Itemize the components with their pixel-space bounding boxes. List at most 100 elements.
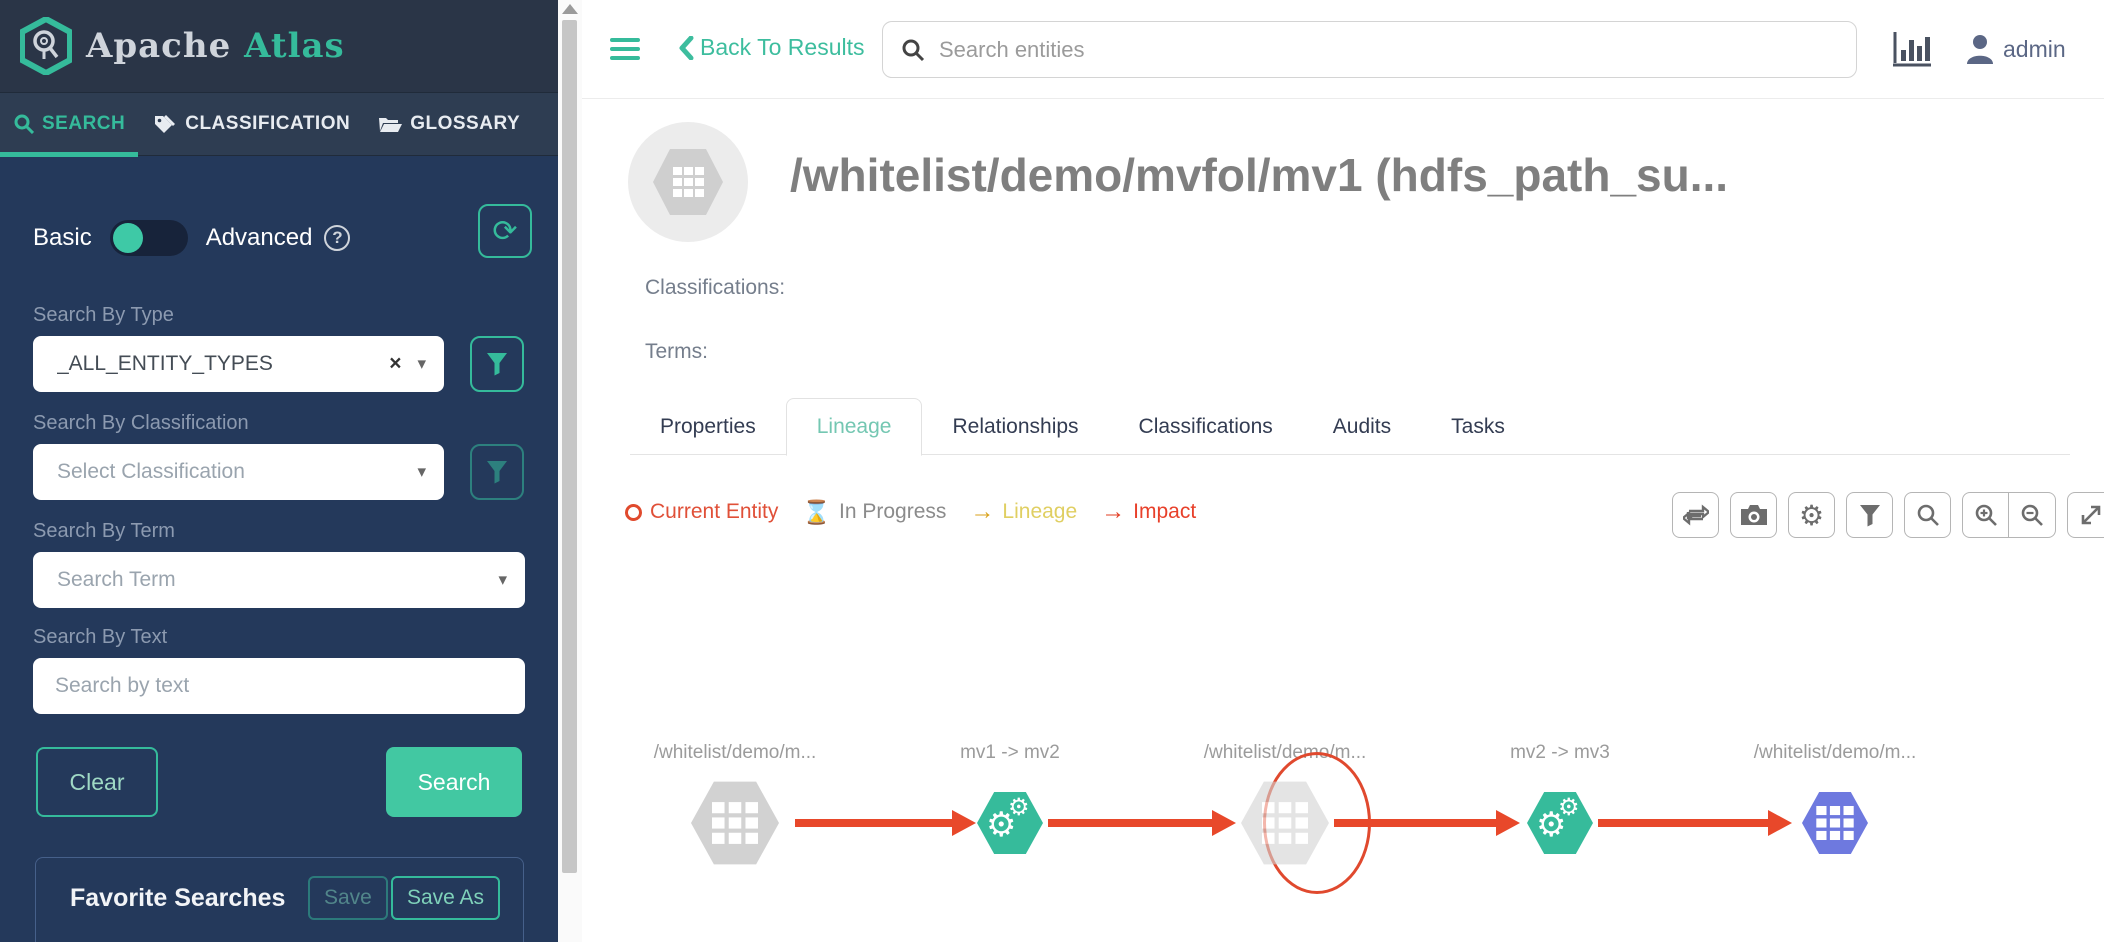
scroll-up-arrow-icon[interactable]: [562, 4, 578, 14]
lineage-legend: Current Entity ⌛ In Progress → Lineage →…: [625, 492, 1196, 532]
type-select[interactable]: _ALL_ENTITY_TYPES × ▾: [33, 336, 444, 392]
search-by-term-label: Search By Term: [33, 520, 175, 542]
lineage-node-process-mv1-mv2[interactable]: ⚙ ⚙: [977, 791, 1043, 855]
apache-atlas-app: Apache Atlas SEARCH CLASSIFICATION GLOSS…: [0, 0, 2104, 942]
sidebar-nav: SEARCH CLASSIFICATION GLOSSARY: [0, 92, 558, 156]
scrollbar-thumb[interactable]: [562, 20, 577, 873]
toggle-knob: [112, 223, 143, 253]
entity-type-avatar: [628, 122, 748, 242]
chevron-down-icon[interactable]: ▾: [417, 354, 426, 374]
sidebar-tab-glossary-label: GLOSSARY: [410, 113, 521, 134]
filter-icon: [1859, 504, 1880, 526]
favorite-searches-title: Favorite Searches: [70, 884, 286, 912]
sidebar-tab-classification[interactable]: CLASSIFICATION: [153, 93, 350, 155]
fullscreen-button[interactable]: [2067, 492, 2104, 538]
logo[interactable]: Apache Atlas: [0, 0, 558, 92]
back-to-results-link[interactable]: Back To Results: [678, 34, 864, 61]
username: admin: [2003, 35, 2066, 62]
sidebar-scrollbar[interactable]: [558, 0, 582, 942]
lineage-node-hdfs-current[interactable]: [691, 781, 779, 865]
entity-tabs: Properties Lineage Relationships Classif…: [630, 397, 1535, 456]
search-button[interactable]: Search: [386, 747, 522, 817]
gears-icon: ⚙ ⚙: [1536, 794, 1580, 844]
gears-icon: ⚙ ⚙: [986, 794, 1030, 844]
table-icon: [1816, 806, 1854, 840]
screenshot-button[interactable]: [1730, 492, 1777, 538]
zoom-out-button[interactable]: [2009, 492, 2056, 538]
refresh-button[interactable]: ⟳: [478, 204, 532, 258]
classification-select[interactable]: Select Classification ▾: [33, 444, 444, 500]
global-search-input[interactable]: [939, 36, 1838, 63]
term-select[interactable]: Search Term ▾: [33, 552, 525, 608]
lineage-arrow-icon: →: [970, 498, 995, 525]
term-select-placeholder: Search Term: [57, 568, 176, 591]
settings-button[interactable]: ⚙: [1788, 492, 1835, 538]
back-to-results-label: Back To Results: [700, 34, 865, 60]
search-lineage-button[interactable]: [1904, 492, 1951, 538]
statistics-icon[interactable]: [1893, 30, 1933, 73]
chevron-down-icon[interactable]: ▾: [498, 570, 507, 590]
legend-current-entity-label: Current Entity: [650, 500, 779, 523]
sidebar-tab-search[interactable]: SEARCH: [14, 93, 125, 155]
tab-relationships[interactable]: Relationships: [922, 415, 1108, 439]
table-hexagon-icon: [653, 149, 723, 215]
zoom-in-button[interactable]: [1962, 492, 2009, 538]
legend-lineage-label: Lineage: [1002, 500, 1078, 523]
search-by-text-label: Search By Text: [33, 626, 168, 648]
clear-type-icon[interactable]: ×: [389, 352, 401, 376]
search-icon: [1917, 504, 1939, 526]
expand-icon: [2081, 505, 2100, 525]
filter-icon: [487, 461, 507, 484]
legend-lineage: → Lineage: [970, 498, 1077, 526]
terms-label: Terms:: [645, 340, 708, 363]
refresh-icon: ⟳: [492, 214, 518, 248]
search-by-classification-label: Search By Classification: [33, 412, 249, 434]
type-filter-button[interactable]: [470, 336, 524, 392]
sidebar-tab-classification-label: CLASSIFICATION: [185, 113, 351, 134]
main-panel: Back To Results admin: [582, 0, 2104, 942]
sidebar-tab-glossary[interactable]: GLOSSARY: [378, 93, 520, 155]
user-menu[interactable]: admin: [1966, 34, 2066, 64]
help-icon[interactable]: ?: [324, 225, 351, 251]
lineage-toolbar: ⚙: [1672, 492, 2104, 538]
global-search-box: [882, 21, 1857, 78]
logo-atlas: Atlas: [244, 26, 345, 66]
atlas-logo-icon: [20, 17, 72, 75]
camera-icon: [1740, 505, 1767, 525]
save-as-button[interactable]: Save As: [391, 876, 501, 920]
search-icon: [902, 39, 925, 61]
save-button[interactable]: Save: [308, 876, 388, 920]
search-by-text-input[interactable]: [33, 658, 525, 714]
active-tab-underline: [0, 152, 138, 157]
tab-tasks[interactable]: Tasks: [1421, 415, 1535, 439]
tab-properties[interactable]: Properties: [630, 415, 786, 439]
tab-lineage[interactable]: Lineage: [785, 397, 923, 456]
chevron-down-icon[interactable]: ▾: [417, 462, 426, 482]
logo-apache: Apache: [86, 26, 232, 66]
node-label: /whitelist/demo/m...: [1753, 742, 1917, 763]
filter-lineage-button[interactable]: [1846, 492, 1893, 538]
tab-audits[interactable]: Audits: [1303, 415, 1421, 439]
lineage-node-process-mv2-mv3[interactable]: ⚙ ⚙: [1527, 791, 1593, 855]
search-icon: [14, 114, 34, 134]
search-panel: Basic Advanced ? ⟳ Search By Type _ALL_E…: [0, 156, 558, 942]
legend-in-progress: ⌛ In Progress: [802, 499, 946, 526]
lineage-node-hdfs-target[interactable]: [1802, 791, 1868, 855]
node-label: mv2 -> mv3: [1510, 742, 1610, 763]
lineage-edge: [1598, 819, 1768, 827]
tab-classifications[interactable]: Classifications: [1109, 415, 1303, 439]
legend-current-entity: Current Entity: [625, 500, 778, 524]
menu-icon[interactable]: [610, 38, 640, 62]
repeat-icon: [1682, 504, 1709, 526]
hourglass-icon: ⌛: [802, 498, 832, 525]
clear-button[interactable]: Clear: [36, 747, 158, 817]
node-label: /whitelist/demo/m...: [653, 742, 817, 763]
basic-advanced-toggle[interactable]: [109, 220, 188, 256]
lineage-edge-arrowhead: [1496, 810, 1520, 836]
type-select-value: _ALL_ENTITY_TYPES: [57, 352, 273, 375]
classification-filter-button[interactable]: [470, 444, 524, 500]
topbar: Back To Results admin: [582, 0, 2104, 99]
classification-select-placeholder: Select Classification: [57, 460, 245, 483]
sidebar-tab-search-label: SEARCH: [42, 113, 126, 134]
refresh-lineage-button[interactable]: [1672, 492, 1719, 538]
